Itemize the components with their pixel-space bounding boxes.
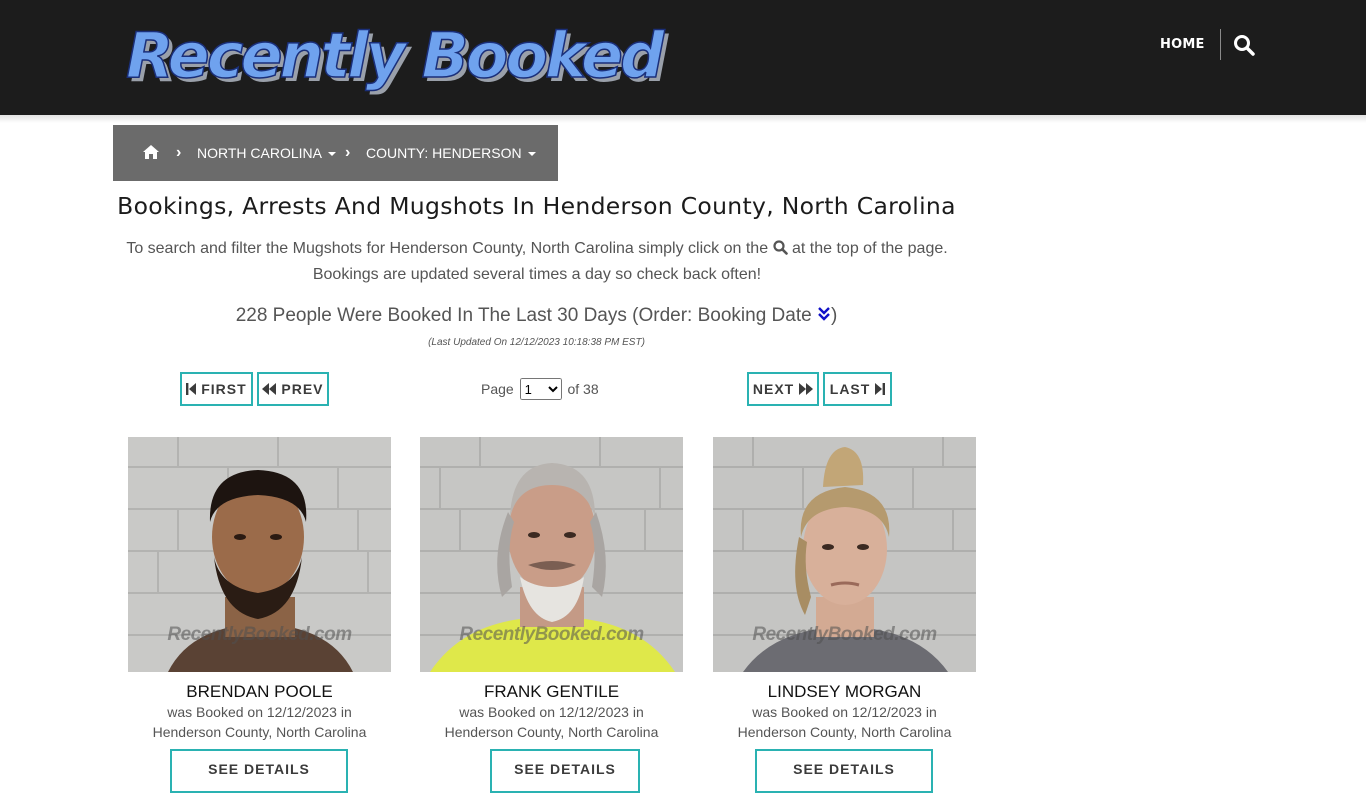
caret-down-icon <box>327 152 336 157</box>
booking-location: Henderson County, North Carolina <box>444 724 659 740</box>
booking-count-text: 228 People Were Booked In The Last 30 Da… <box>235 305 812 326</box>
first-page-button[interactable]: FIRST <box>180 372 253 406</box>
breadcrumb-state-label: NORTH CAROLINA <box>197 145 322 161</box>
intro-text: To search and filter the Mugshots for He… <box>113 236 961 288</box>
page-title: Bookings, Arrests And Mugshots In Hender… <box>117 192 956 220</box>
breadcrumb-county[interactable]: COUNTY: HENDERSON <box>366 144 536 162</box>
skip-back-icon <box>186 383 197 395</box>
page-selector: Page 1 of 38 <box>481 377 599 401</box>
fast-forward-icon <box>799 383 814 395</box>
see-details-button[interactable]: SEE DETAILS <box>170 749 348 793</box>
page-total: of 38 <box>567 381 599 397</box>
next-page-button[interactable]: NEXT <box>747 372 819 406</box>
page-select[interactable]: 1 <box>519 378 562 400</box>
nav-divider <box>1220 29 1221 60</box>
breadcrumb-county-label: COUNTY: HENDERSON <box>366 145 522 161</box>
prev-page-button[interactable]: PREV <box>257 372 329 406</box>
breadcrumb-state[interactable]: NORTH CAROLINA <box>197 144 336 162</box>
booking-info: was Booked on 12/12/2023 in Henderson Cou… <box>108 702 411 742</box>
page-label: Page <box>481 381 514 397</box>
chevron-right-icon: › <box>345 144 351 161</box>
booking-date-line: was Booked on 12/12/2023 in <box>459 704 644 720</box>
person-name[interactable]: BRENDAN POOLE <box>108 682 411 702</box>
mugshot-photo[interactable]: RecentlyBooked.com <box>420 437 683 672</box>
mugshot-photo[interactable]: RecentlyBooked.com <box>713 437 976 672</box>
watermark: RecentlyBooked.com <box>167 624 352 645</box>
sort-order-icon[interactable] <box>817 304 831 321</box>
search-icon <box>772 238 788 255</box>
first-page-label: FIRST <box>201 381 247 397</box>
see-details-button[interactable]: SEE DETAILS <box>755 749 933 793</box>
booking-location: Henderson County, North Carolina <box>737 724 952 740</box>
header-shadow <box>0 115 1366 123</box>
site-logo[interactable]: Recently Booked <box>125 16 665 96</box>
person-name[interactable]: FRANK GENTILE <box>400 682 703 702</box>
last-page-button[interactable]: LAST <box>823 372 892 406</box>
booking-count-close: ) <box>830 305 838 326</box>
nav-home-link[interactable]: HOME <box>1160 34 1205 56</box>
booking-date-line: was Booked on 12/12/2023 in <box>752 704 937 720</box>
booking-info: was Booked on 12/12/2023 in Henderson Cou… <box>693 702 996 742</box>
booking-count: 228 People Were Booked In The Last 30 Da… <box>0 303 1073 329</box>
see-details-button[interactable]: SEE DETAILS <box>490 749 640 793</box>
prev-page-label: PREV <box>281 381 324 397</box>
chevron-right-icon: › <box>176 144 182 161</box>
next-page-label: NEXT <box>752 381 795 397</box>
last-page-label: LAST <box>829 381 871 397</box>
intro-text-part1: To search and filter the Mugshots for He… <box>126 240 769 257</box>
rewind-icon <box>262 383 277 395</box>
top-navbar: Recently Booked HOME <box>0 0 1366 115</box>
home-icon[interactable] <box>142 144 160 160</box>
booking-date-line: was Booked on 12/12/2023 in <box>167 704 352 720</box>
mugshot-photo[interactable]: RecentlyBooked.com <box>128 437 391 672</box>
breadcrumb: › NORTH CAROLINA › COUNTY: HENDERSON <box>113 125 558 181</box>
last-updated: (Last Updated On 12/12/2023 10:18:38 PM … <box>428 337 645 348</box>
booking-info: was Booked on 12/12/2023 in Henderson Cou… <box>400 702 703 742</box>
person-name[interactable]: LINDSEY MORGAN <box>693 682 996 702</box>
caret-down-icon <box>527 152 536 157</box>
watermark: RecentlyBooked.com <box>752 624 937 645</box>
watermark: RecentlyBooked.com <box>459 624 644 645</box>
booking-location: Henderson County, North Carolina <box>152 724 367 740</box>
skip-forward-icon <box>875 383 886 395</box>
search-icon[interactable] <box>1232 33 1256 57</box>
